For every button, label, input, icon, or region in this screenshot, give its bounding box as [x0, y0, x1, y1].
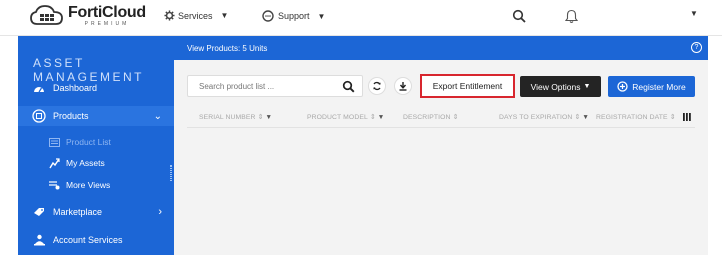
refresh-button[interactable]: [368, 77, 386, 95]
chevron-right-icon: ›: [158, 206, 162, 218]
sidebar-subitem-more-views[interactable]: More Views: [18, 176, 174, 194]
search-icon[interactable]: [342, 80, 355, 93]
caret-down-icon[interactable]: ▼: [690, 9, 698, 18]
list-icon: [48, 136, 60, 148]
view-options-label: View Options: [530, 81, 581, 92]
help-icon[interactable]: ?: [691, 42, 702, 53]
marketplace-tag-icon: [32, 205, 46, 219]
search-input[interactable]: Search product list ...: [187, 75, 363, 97]
sidebar-item-account-services[interactable]: Account Services: [18, 230, 174, 250]
services-label: Services: [178, 10, 213, 21]
sort-icon[interactable]: ⇕: [574, 114, 580, 121]
column-label: DAYS TO EXPIRATION: [499, 114, 573, 121]
download-icon: [399, 82, 407, 91]
sidebar-item-label: Products: [53, 111, 89, 121]
column-label: DESCRIPTION: [403, 114, 451, 121]
sidebar-item-marketplace[interactable]: Marketplace ›: [18, 202, 174, 222]
support-label: Support: [278, 11, 310, 21]
support-menu[interactable]: Support ▼: [262, 10, 325, 22]
register-icon: [617, 81, 628, 92]
column-header-registration-date[interactable]: REGISTRATION DATE ⇕: [596, 113, 675, 121]
sidebar-item-dashboard[interactable]: Dashboard: [18, 78, 174, 98]
caret-down-icon: ▼: [317, 11, 326, 21]
products-circle-icon: [32, 109, 46, 123]
services-gear-icon: [164, 10, 175, 21]
register-more-button[interactable]: Register More: [608, 76, 695, 97]
sidebar-item-products[interactable]: Products ⌄: [18, 106, 174, 126]
column-label: SERIAL NUMBER: [199, 114, 256, 121]
forticloud-logo[interactable]: FortiCloud PREMIUM: [30, 4, 146, 28]
sidebar-subitem-label: More Views: [66, 180, 111, 190]
table-header: SERIAL NUMBER ⇕ ▼ PRODUCT MODEL ⇕ ▼ DESCRIPT…: [187, 108, 695, 128]
cloud-logo-icon: [30, 5, 63, 25]
column-header-description[interactable]: DESCRIPTION ⇕: [403, 113, 458, 121]
dashboard-gauge-icon: [32, 81, 46, 95]
filter-icon[interactable]: ▼: [265, 114, 272, 121]
sidebar: ASSET MANAGEMENT Dashboard Products ⌄ Pr…: [18, 36, 174, 255]
refresh-icon: [373, 81, 381, 91]
sort-icon[interactable]: ⇕: [258, 114, 264, 121]
support-chat-icon: [262, 10, 274, 22]
sidebar-resize-handle[interactable]: [170, 165, 172, 181]
caret-down-icon: ▼: [583, 83, 591, 90]
top-bar: FortiCloud PREMIUM Services ▼ Support ▼ …: [0, 0, 722, 36]
account-users-icon: [32, 233, 46, 247]
product-count-text: View Products: 5 Units: [187, 44, 268, 53]
register-more-label: Register More: [632, 81, 686, 92]
sidebar-item-label: Dashboard: [53, 83, 98, 93]
filter-icon[interactable]: ▼: [378, 114, 385, 121]
services-menu[interactable]: Services ▼: [164, 10, 228, 21]
sidebar-item-label: Marketplace: [53, 207, 103, 217]
search-placeholder: Search product list ...: [199, 82, 275, 91]
column-label: REGISTRATION DATE: [596, 114, 668, 121]
column-chooser-icon[interactable]: [683, 113, 691, 121]
sort-icon[interactable]: ⇕: [453, 114, 459, 121]
search-icon[interactable]: [512, 9, 526, 23]
column-label: PRODUCT MODEL: [307, 114, 368, 121]
export-entitlement-button[interactable]: Export Entitlement: [420, 74, 515, 98]
logo-name: FortiCloud: [68, 4, 146, 21]
download-button[interactable]: [394, 77, 412, 95]
view-options-button[interactable]: View Options ▼: [520, 76, 601, 97]
logo-subtitle: PREMIUM: [84, 21, 130, 27]
column-header-days-to-expiration[interactable]: DAYS TO EXPIRATION ⇕ ▼: [499, 113, 589, 121]
views-icon: [48, 179, 60, 191]
column-header-product-model[interactable]: PRODUCT MODEL ⇕ ▼: [307, 113, 384, 121]
sort-icon[interactable]: ⇕: [370, 114, 376, 121]
info-bar: View Products: 5 Units ?: [174, 36, 708, 60]
filter-icon[interactable]: ▼: [582, 114, 589, 121]
sidebar-subitem-product-list[interactable]: Product List: [18, 133, 174, 151]
assets-icon: [48, 157, 60, 169]
sort-icon[interactable]: ⇕: [670, 114, 676, 121]
sidebar-item-label: Account Services: [53, 235, 123, 245]
column-header-serial-number[interactable]: SERIAL NUMBER ⇕ ▼: [199, 113, 272, 121]
sidebar-subitem-label: Product List: [66, 137, 111, 147]
sidebar-subitem-my-assets[interactable]: My Assets: [18, 154, 174, 172]
caret-down-icon: ▼: [220, 11, 229, 20]
sidebar-subitem-label: My Assets: [66, 158, 105, 168]
chevron-down-icon: ⌄: [153, 110, 162, 122]
bell-icon[interactable]: [565, 9, 578, 24]
